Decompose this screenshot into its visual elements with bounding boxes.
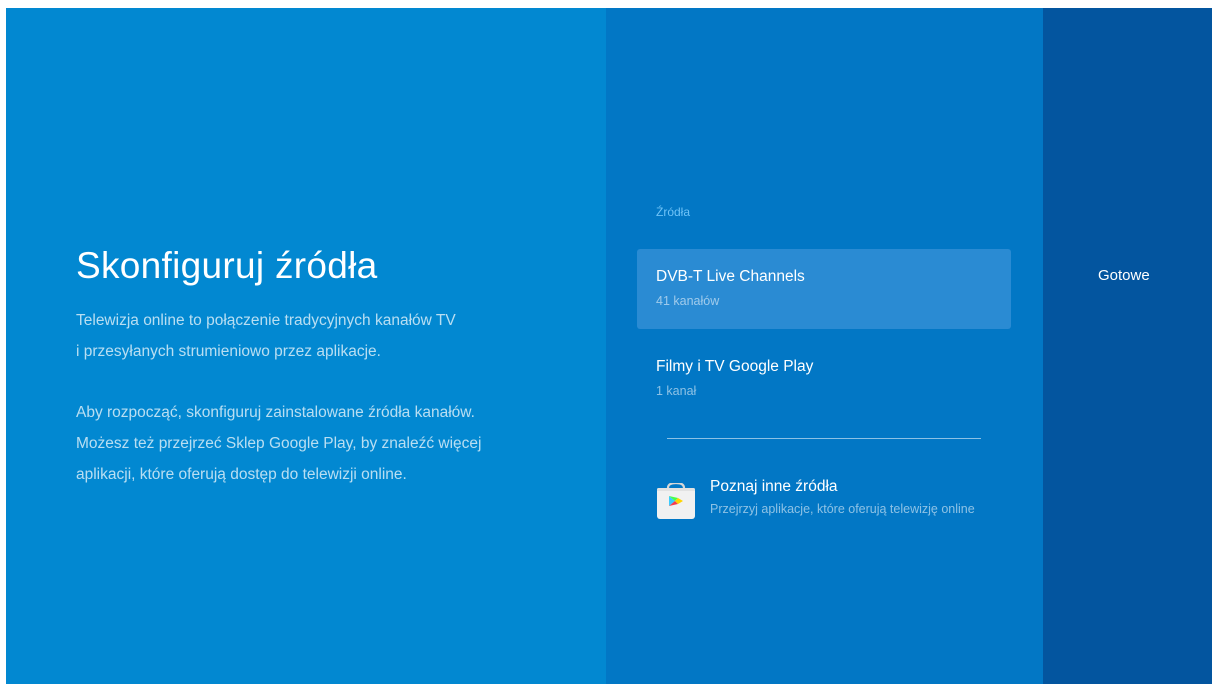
source-item-title: DVB-T Live Channels — [656, 268, 805, 285]
tv-setup-screen: Skonfiguruj źródła Telewizja online to p… — [6, 8, 1212, 684]
setup-instructions: Aby rozpocząć, skonfiguruj zainstalowane… — [76, 397, 556, 490]
google-play-store-icon — [657, 483, 695, 519]
sources-section-label: Źródła — [656, 205, 691, 219]
explore-more-title: Poznaj inne źródła — [710, 478, 838, 495]
actions-panel: Gotowe — [1043, 8, 1212, 684]
setup-instructions-line: aplikacji, które oferują dostęp do telew… — [76, 466, 407, 483]
source-item-channel-count: 1 kanał — [656, 384, 697, 398]
intro-panel: Skonfiguruj źródła Telewizja online to p… — [6, 8, 606, 684]
setup-instructions-line: Aby rozpocząć, skonfiguruj zainstalowane… — [76, 404, 475, 421]
done-button[interactable]: Gotowe — [1098, 267, 1150, 284]
intro-description-line: i przesyłanych strumieniowo przez aplika… — [76, 343, 381, 360]
explore-more-text: Poznaj inne źródła Przejrzyj aplikacje, … — [710, 478, 1000, 518]
explore-more-subtitle: Przejrzyj aplikacje, które oferują telew… — [710, 502, 975, 516]
setup-instructions-line: Możesz też przejrzeć Sklep Google Play, … — [76, 435, 482, 452]
intro-description: Telewizja online to połączenie tradycyjn… — [76, 305, 556, 367]
source-item-google-play-movies-tv[interactable]: Filmy i TV Google Play 1 kanał — [637, 339, 1011, 419]
page-title: Skonfiguruj źródła — [76, 245, 378, 286]
intro-description-line: Telewizja online to połączenie tradycyjn… — [76, 312, 456, 329]
sources-panel: Źródła DVB-T Live Channels 41 kanałów Fi… — [606, 8, 1043, 684]
sources-divider — [667, 438, 981, 439]
source-item-dvb-t-live-channels[interactable]: DVB-T Live Channels 41 kanałów — [637, 249, 1011, 329]
explore-more-sources-item[interactable]: Poznaj inne źródła Przejrzyj aplikacje, … — [657, 474, 1011, 538]
source-item-channel-count: 41 kanałów — [656, 294, 720, 308]
source-item-title: Filmy i TV Google Play — [656, 358, 814, 375]
